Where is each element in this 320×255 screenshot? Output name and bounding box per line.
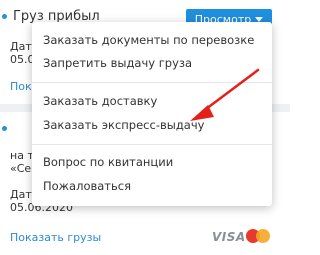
date-value: 05.0	[10, 53, 35, 66]
status-dot-icon	[2, 126, 7, 131]
status-dot-icon	[2, 14, 7, 19]
status-row	[2, 126, 7, 131]
show-cargo-link[interactable]: Показать грузы	[10, 231, 101, 244]
visa-logo: VISA	[212, 230, 246, 244]
menu-item-complain[interactable]: Пожаловаться	[43, 179, 131, 193]
menu-divider	[32, 82, 272, 83]
mastercard-icon	[246, 227, 272, 245]
chevron-down-icon	[255, 16, 264, 22]
menu-item-order-documents[interactable]: Заказать документы по перевозке	[43, 33, 254, 47]
menu-divider	[32, 144, 272, 145]
menu-item-forbid-release[interactable]: Запретить выдачу груза	[43, 56, 192, 70]
mastercard-circle-orange	[256, 229, 270, 243]
menu-item-order-express-release[interactable]: Заказать экспресс-выдачу	[43, 118, 204, 132]
menu-item-order-delivery[interactable]: Заказать доставку	[43, 94, 157, 108]
actions-dropdown-menu: Заказать документы по перевозке Запретит…	[32, 22, 272, 206]
menu-item-receipt-question[interactable]: Вопрос по квитанции	[43, 155, 173, 169]
